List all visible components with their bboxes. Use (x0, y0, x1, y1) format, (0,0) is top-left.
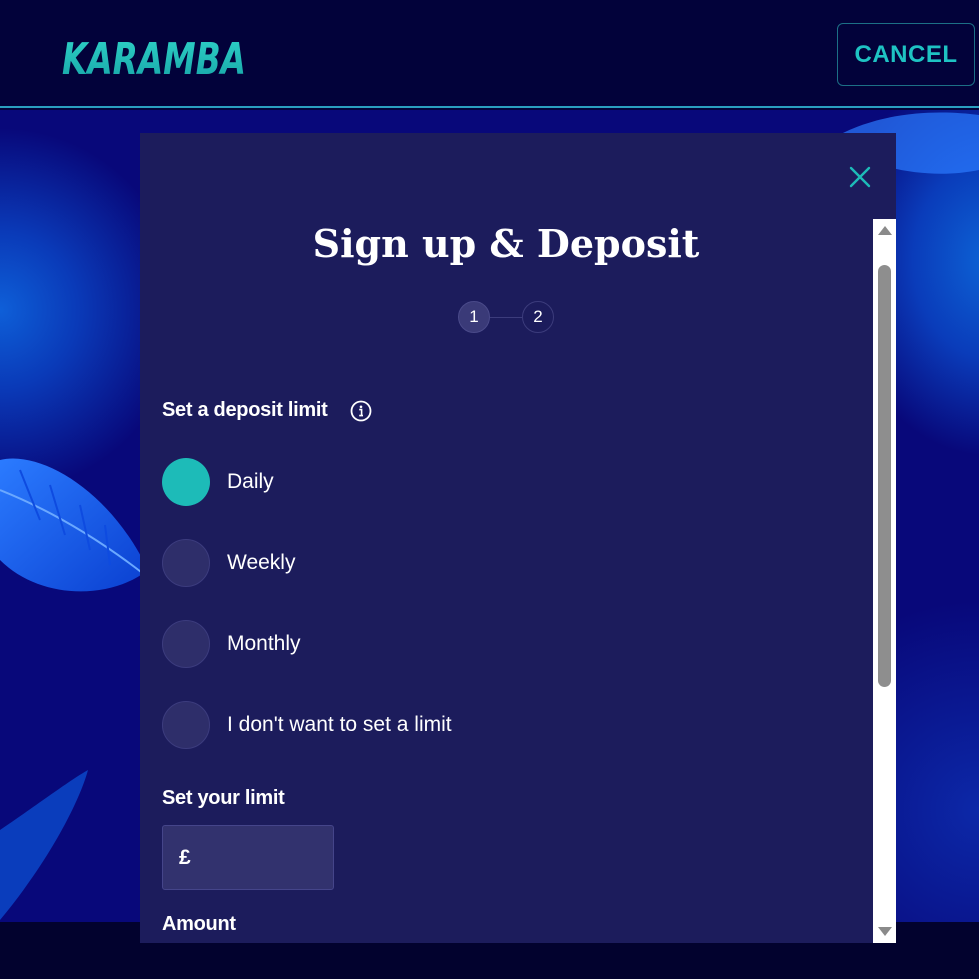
radio-label: I don't want to set a limit (227, 713, 452, 736)
page: KARAMBA CANCEL Sign up & Deposit 1 2 Set… (0, 0, 979, 979)
radio-button[interactable] (162, 539, 210, 587)
deposit-limit-label: Set a deposit limit (162, 399, 328, 421)
radio-label: Monthly (227, 632, 301, 655)
step-indicator: 1 2 (458, 301, 556, 335)
top-bar: KARAMBA CANCEL (0, 0, 979, 108)
amount-label: Amount (162, 913, 236, 935)
radio-button[interactable] (162, 620, 210, 668)
signup-deposit-dialog: Sign up & Deposit 1 2 Set a deposit limi… (140, 133, 896, 943)
dialog-title: Sign up & Deposit (312, 221, 700, 266)
scroll-thumb[interactable] (878, 265, 891, 687)
radio-option-weekly[interactable]: Weekly (162, 539, 682, 587)
currency-symbol: £ (179, 845, 191, 869)
info-icon (350, 400, 372, 422)
close-icon (849, 166, 871, 188)
step-1: 1 (458, 301, 490, 333)
your-limit-label: Set your limit (162, 787, 285, 809)
radio-option-no-limit[interactable]: I don't want to set a limit (162, 701, 682, 749)
limit-amount-input[interactable] (196, 845, 333, 870)
scrollbar[interactable] (873, 219, 896, 943)
close-button[interactable] (846, 163, 874, 191)
scroll-up-arrow[interactable] (878, 226, 892, 235)
feather-icon (0, 770, 88, 920)
radio-option-daily[interactable]: Daily (162, 458, 682, 506)
radio-option-monthly[interactable]: Monthly (162, 620, 682, 668)
radio-button[interactable] (162, 458, 210, 506)
radio-label: Daily (227, 470, 274, 493)
radio-button[interactable] (162, 701, 210, 749)
limit-amount-field[interactable]: £ (162, 825, 334, 890)
logo-text: KARAMBA (62, 34, 246, 85)
feather-icon (0, 458, 148, 592)
scroll-down-arrow[interactable] (878, 927, 892, 936)
info-button[interactable] (350, 400, 372, 422)
radio-label: Weekly (227, 551, 296, 574)
cancel-button[interactable]: CANCEL (837, 23, 975, 86)
step-connector (490, 317, 522, 318)
karamba-logo[interactable]: KARAMBA (60, 14, 250, 92)
step-2: 2 (522, 301, 554, 333)
logo-graphic: KARAMBA (62, 34, 246, 85)
